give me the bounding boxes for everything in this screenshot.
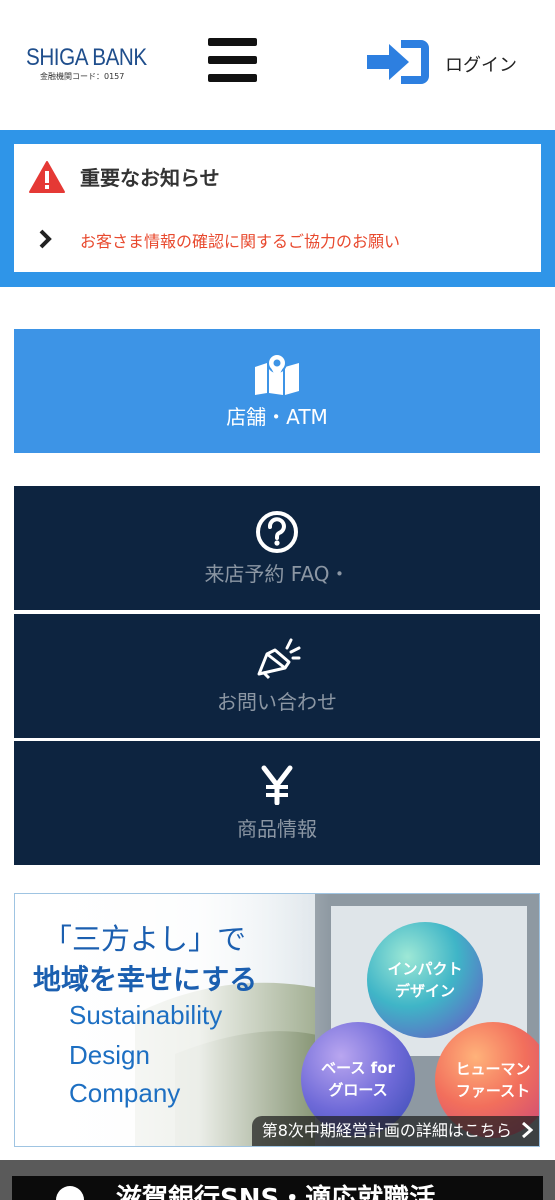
circle-text: ファースト <box>455 1082 531 1100</box>
banner-caption-link[interactable]: 第8次中期経営計画の詳細はこちら <box>251 1116 539 1146</box>
megaphone-icon <box>257 638 301 680</box>
sns-icon <box>56 1186 84 1200</box>
tile-label: お問い合わせ <box>217 690 337 714</box>
notice-link[interactable]: お客さま情報の確認に関するご協力のお願い <box>80 228 400 252</box>
tile-label: 来店予約 FAQ・ <box>204 562 350 586</box>
warning-triangle-icon <box>29 161 65 193</box>
sns-banner-text: 滋賀銀行SNS・適応就職活 <box>116 1184 436 1200</box>
login-label: ログイン <box>445 55 517 76</box>
contact-button[interactable]: お問い合わせ <box>14 614 540 738</box>
header: SHIGA BANK 金融機関コード：0157 ログイン <box>0 0 555 128</box>
visit-reservation-faq-button[interactable]: 来店予約 FAQ・ <box>14 486 540 610</box>
product-info-button[interactable]: 商品情報 <box>14 741 540 865</box>
circle-text: ヒューマン <box>455 1060 531 1078</box>
login-button[interactable]: ログイン <box>365 38 535 86</box>
chevron-right-icon <box>39 229 52 249</box>
circle-text: デザイン <box>394 982 455 1000</box>
banner-en-line: Sustainability <box>69 1000 223 1030</box>
login-arrow-icon <box>367 40 429 84</box>
notice-title: 重要なお知らせ <box>80 166 220 190</box>
sns-banner[interactable]: 滋賀銀行SNS・適応就職活 <box>0 1160 555 1200</box>
tile-label: 商品情報 <box>237 817 317 841</box>
banner-en-line: Design <box>69 1040 150 1070</box>
banner-headline-2: 地域を幸せにする <box>33 963 258 996</box>
banner-en-line: Company <box>69 1078 181 1108</box>
shiga-bank-logo[interactable]: SHIGA BANK 金融機関コード：0157 <box>26 44 156 82</box>
circle-text: グロース <box>328 1081 388 1099</box>
important-notice: 重要なお知らせ お客さま情報の確認に関するご協力のお願い <box>0 130 555 287</box>
logo-name: SHIGA BANK <box>26 44 147 71</box>
banner-headline-1: 「三方よし」で <box>43 922 247 956</box>
bank-code: 金融機関コード：0157 <box>40 72 125 81</box>
map-pin-icon <box>255 353 299 395</box>
tile-label: 店舗・ATM <box>226 405 328 429</box>
circle-text: ベース for <box>321 1059 395 1077</box>
hamburger-menu-icon[interactable] <box>205 36 259 86</box>
impact-design-circle: インパクト デザイン <box>367 922 483 1038</box>
mid-term-plan-banner[interactable]: 「三方よし」で 地域を幸せにする Sustainability Design C… <box>14 893 540 1147</box>
caption-text: 第8次中期経営計画の詳細はこちら <box>261 1121 512 1140</box>
circle-text: インパクト <box>387 960 463 978</box>
store-atm-button[interactable]: 店舗・ATM <box>14 329 540 453</box>
yen-icon <box>261 765 293 805</box>
question-circle-icon <box>256 511 298 553</box>
notice-panel: 重要なお知らせ お客さま情報の確認に関するご協力のお願い <box>14 144 541 272</box>
chevron-right-icon <box>522 1121 534 1139</box>
sns-banner-panel: 滋賀銀行SNS・適応就職活 <box>12 1176 543 1200</box>
